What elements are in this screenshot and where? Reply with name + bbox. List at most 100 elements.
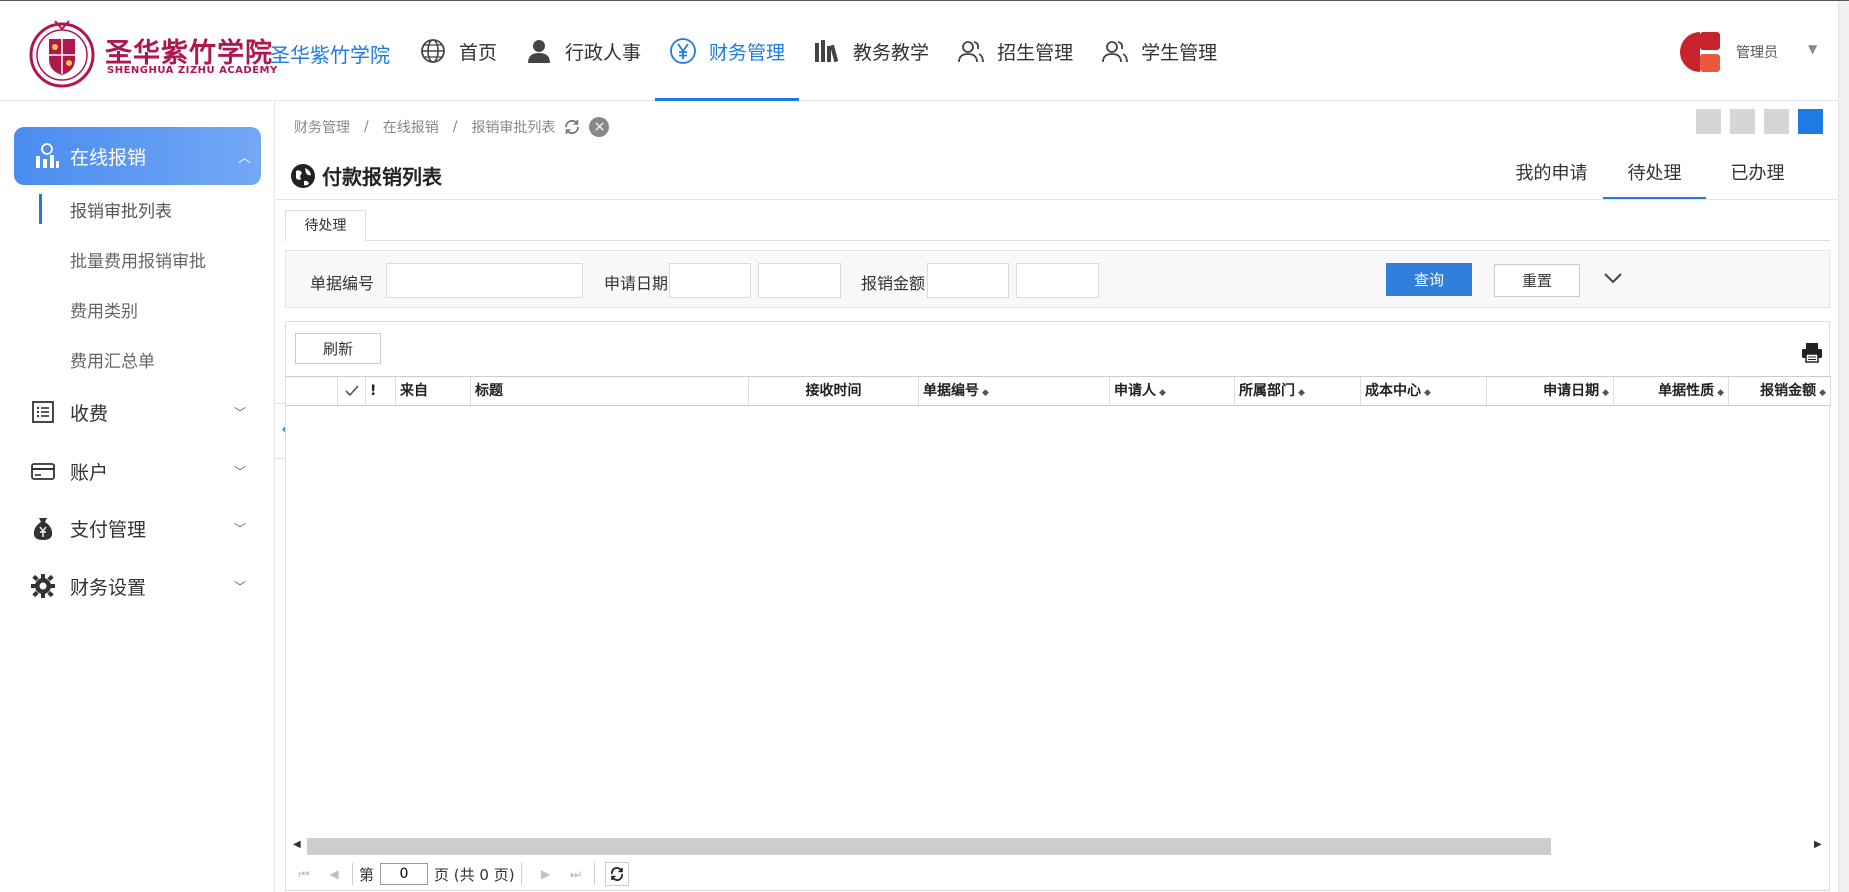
doc-no-input[interactable] (386, 263, 583, 298)
scrollbar-thumb[interactable] (307, 838, 1551, 855)
user-name: 管理员 (1736, 45, 1778, 61)
apply-date-start-input[interactable] (669, 263, 751, 298)
last-page-icon[interactable]: ⏭ (564, 862, 588, 886)
close-icon[interactable]: × (589, 117, 610, 137)
nav-students[interactable]: 学生管理 (1087, 1, 1231, 101)
chevron-down-icon[interactable]: ▼ (1808, 42, 1817, 56)
page-prefix: 第 (359, 865, 375, 884)
refresh-icon[interactable] (563, 118, 581, 136)
sort-icon: ◆ (1717, 388, 1724, 398)
sidebar-item-approval-list[interactable]: 报销审批列表 (70, 197, 172, 222)
divider (520, 863, 522, 885)
tab-pending-sub[interactable]: 待处理 (285, 210, 366, 241)
sidebar-group-finance-settings[interactable]: 财务设置 ﹀ (30, 568, 262, 604)
nav-label: 财务管理 (709, 41, 786, 64)
reload-button[interactable] (604, 862, 629, 886)
column-header-title[interactable]: 标题 (471, 377, 749, 405)
column-header-received-time[interactable]: 接收时间 (749, 377, 919, 405)
nav-admissions[interactable]: 招生管理 (943, 1, 1087, 101)
sidebar-item-batch-approval[interactable]: 批量费用报销审批 (70, 247, 206, 272)
top-header: 圣华紫竹学院 SHENGHUA ZIZHU ACADEMY 圣华紫竹学院 首页 … (0, 1, 1849, 101)
divider (276, 199, 1838, 200)
column-header-applicant[interactable]: 申请人 ◆ (1110, 377, 1235, 405)
column-header-label: 申请人 (1114, 383, 1156, 399)
query-button[interactable]: 查询 (1386, 263, 1472, 296)
sidebar-group-label: 收费 (70, 402, 109, 425)
breadcrumb-item[interactable]: 在线报销 (383, 117, 439, 137)
column-header-priority[interactable]: ! (366, 377, 396, 405)
data-grid: 刷新 ! 来自 标题 接收时间 单据编号 ◆ 申请人 ◆ 所属部门 ◆ 成本中心 ◆ 申… (285, 321, 1831, 891)
breadcrumb-item[interactable]: 财务管理 (294, 117, 350, 137)
print-icon[interactable] (1801, 341, 1823, 363)
nav-label: 首页 (459, 41, 498, 64)
column-header-doc-type[interactable]: 单据性质 ◆ (1614, 377, 1729, 405)
sort-icon: ◆ (1159, 388, 1166, 398)
sidebar-group-label: 支付管理 (70, 518, 147, 541)
top-nav: 首页 行政人事 财务管理 教务教学 招生管理 学生管理 (405, 1, 1231, 101)
globe-icon (291, 163, 315, 188)
chevron-down-icon: ﹀ (233, 406, 246, 420)
chevron-down-icon[interactable] (1602, 267, 1624, 289)
nav-admin-hr[interactable]: 行政人事 (511, 1, 655, 101)
nav-finance[interactable]: 财务管理 (655, 1, 800, 101)
tab-completed[interactable]: 已办理 (1706, 151, 1809, 200)
user-menu[interactable]: 管理员 ▼ (1678, 29, 1817, 75)
gear-icon (31, 574, 55, 598)
nav-teaching[interactable]: 教务教学 (799, 1, 943, 101)
sidebar-item-expense-summary[interactable]: 费用汇总单 (70, 347, 155, 372)
search-panel: 单据编号 申请日期 报销金额 查询 重置 (285, 250, 1830, 308)
sidebar-group-charges[interactable]: 收费 ﹀ (30, 394, 262, 430)
grid-toolbar: 刷新 (286, 322, 1829, 376)
column-header-apply-date[interactable]: 申请日期 ◆ (1487, 377, 1614, 405)
sort-icon: ◆ (1819, 388, 1826, 398)
check-icon (344, 385, 359, 397)
column-header-cost-center[interactable]: 成本中心 ◆ (1361, 377, 1487, 405)
sidebar-group-online-reimbursement[interactable]: 在线报销 ︿ (14, 127, 261, 185)
layout-option[interactable] (1730, 109, 1755, 134)
first-page-icon[interactable]: ⏮ (292, 862, 316, 886)
amount-max-input[interactable] (1016, 263, 1099, 298)
nav-label: 教务教学 (853, 41, 930, 64)
academy-crest-icon (29, 20, 95, 88)
sidebar-item-expense-category[interactable]: 费用类别 (70, 297, 138, 322)
site-name[interactable]: 圣华紫竹学院 (270, 39, 390, 68)
layout-option[interactable] (1696, 109, 1721, 134)
tab-pending[interactable]: 待处理 (1603, 151, 1706, 200)
next-page-icon[interactable]: ▶ (534, 862, 558, 886)
divider (284, 240, 1830, 241)
yen-icon (670, 38, 696, 64)
page-title-text: 付款报销列表 (322, 165, 442, 189)
sidebar-group-label: 财务设置 (70, 576, 147, 599)
nav-home[interactable]: 首页 (405, 1, 511, 101)
layout-option-active[interactable] (1798, 109, 1823, 134)
status-tabs: 我的申请 待处理 已办理 (1500, 151, 1809, 200)
column-header-amount[interactable]: 报销金额 ◆ (1729, 377, 1831, 405)
prev-page-icon[interactable]: ◀ (322, 862, 346, 886)
scroll-left-icon[interactable]: ◀ (293, 839, 301, 850)
apply-date-end-input[interactable] (758, 263, 841, 298)
column-header-doc-no[interactable]: 单据编号 ◆ (919, 377, 1110, 405)
card-icon (31, 463, 55, 480)
refresh-button[interactable]: 刷新 (295, 333, 381, 364)
page-number-input[interactable] (380, 863, 429, 885)
amount-label: 报销金额 (861, 274, 926, 293)
horizontal-scrollbar[interactable]: ◀ ▶ (286, 836, 1831, 856)
nav-label: 招生管理 (997, 41, 1074, 64)
layout-option[interactable] (1764, 109, 1789, 134)
column-header-label: 成本中心 (1365, 383, 1421, 399)
users-icon (958, 41, 984, 63)
refresh-icon (610, 867, 623, 881)
sidebar-group-payment[interactable]: 支付管理 ﹀ (30, 510, 262, 546)
reset-button[interactable]: 重置 (1494, 264, 1580, 297)
column-header-from[interactable]: 来自 (396, 377, 471, 405)
user-icon (528, 40, 551, 63)
academy-logo[interactable]: 圣华紫竹学院 SHENGHUA ZIZHU ACADEMY (25, 17, 277, 89)
amount-min-input[interactable] (927, 263, 1009, 298)
tab-my-requests[interactable]: 我的申请 (1500, 151, 1603, 200)
page-scrollbar[interactable] (1838, 1, 1849, 892)
sidebar-group-accounts[interactable]: 账户 ﹀ (30, 453, 262, 489)
nav-label: 行政人事 (565, 41, 642, 64)
scroll-right-icon[interactable]: ▶ (1814, 839, 1822, 850)
column-header-department[interactable]: 所属部门 ◆ (1235, 377, 1361, 405)
select-all-checkbox[interactable] (338, 377, 366, 405)
